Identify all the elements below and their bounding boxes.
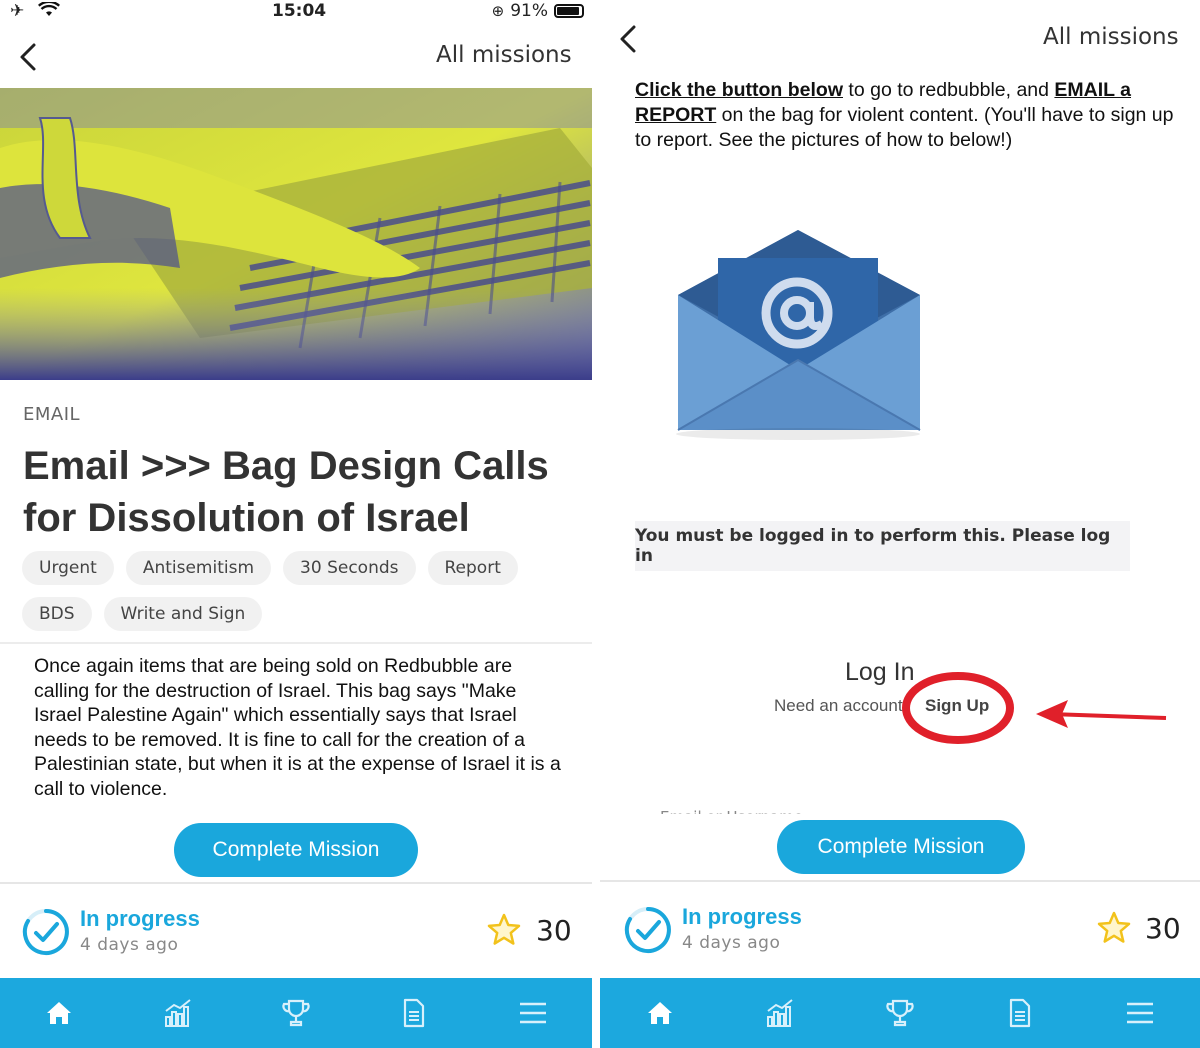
need-account-text: Need an account — [774, 696, 903, 715]
section-divider — [0, 642, 592, 644]
tab-bar — [0, 978, 592, 1048]
progress-status: In progress — [80, 906, 200, 931]
progress-time: 4 days ago — [682, 933, 781, 953]
back-button[interactable] — [14, 37, 44, 77]
tab-menu[interactable] — [503, 983, 563, 1043]
document-icon — [404, 998, 425, 1028]
mission-description: Once again items that are being sold on … — [34, 655, 561, 800]
tag-report[interactable]: Report — [427, 551, 518, 585]
right-screen: All missions Click the button below to g… — [600, 0, 1200, 1048]
left-screen: ✈ 15:04 ⊕ 91% All missions EMAIL Email >… — [0, 0, 592, 1048]
stats-icon — [767, 999, 793, 1027]
chevron-left-icon — [620, 25, 636, 53]
battery-icon — [554, 4, 584, 18]
annotation-overlay — [900, 668, 1180, 752]
all-missions-link[interactable]: All missions — [1043, 24, 1179, 50]
tag-urgent[interactable]: Urgent — [22, 551, 114, 585]
chevron-left-icon — [20, 43, 36, 71]
tab-stats[interactable] — [750, 983, 810, 1043]
mission-hero-image — [0, 88, 592, 380]
stats-icon — [164, 999, 191, 1027]
red-circle-annotation — [902, 672, 1014, 744]
tab-documents[interactable] — [384, 983, 444, 1043]
home-icon — [648, 1002, 672, 1024]
mission-instructions: Click the button below to go to redbubbl… — [635, 78, 1175, 153]
tag-bds[interactable]: BDS — [22, 597, 92, 631]
progress-footer: In progress 4 days ago 30 — [0, 882, 592, 978]
points-value: 30 — [1145, 912, 1181, 945]
instructions-text-1: to go to redbubble, and — [843, 79, 1055, 101]
home-icon — [47, 1002, 72, 1024]
status-icons-left: ✈ — [10, 0, 60, 21]
status-icons-right: ⊕ 91% — [492, 1, 584, 21]
progress-check-icon — [22, 908, 70, 956]
screenshot-gap — [592, 0, 600, 1048]
redbubble-link[interactable]: Click the button below — [635, 79, 843, 101]
status-time: 15:04 — [272, 1, 327, 21]
email-username-label: Email or Username — [660, 806, 820, 814]
complete-mission-button[interactable]: Complete Mission — [777, 820, 1025, 874]
tag-list: Urgent Antisemitism 30 Seconds Report BD… — [22, 551, 582, 631]
tab-trophy[interactable] — [870, 983, 930, 1043]
star-icon — [1097, 911, 1131, 943]
progress-footer: In progress 4 days ago 30 — [600, 880, 1200, 976]
tab-menu[interactable] — [1110, 983, 1170, 1043]
document-icon — [1009, 998, 1031, 1028]
email-envelope-illustration — [670, 220, 930, 450]
red-arrow-annotation — [1049, 712, 1167, 720]
menu-icon — [519, 1002, 546, 1024]
menu-icon — [1127, 1002, 1153, 1024]
tab-trophy[interactable] — [266, 983, 326, 1043]
airplane-icon: ✈ — [10, 1, 29, 21]
trophy-icon — [282, 999, 310, 1027]
orientation-lock-icon: ⊕ — [491, 2, 505, 20]
tab-home[interactable] — [630, 983, 690, 1043]
progress-status: In progress — [682, 904, 802, 929]
points-value: 30 — [536, 914, 572, 947]
mission-title: Email >>> Bag Design Calls for Dissoluti… — [23, 444, 549, 540]
tab-documents[interactable] — [990, 983, 1050, 1043]
tag-write-and-sign[interactable]: Write and Sign — [103, 597, 263, 631]
progress-check-icon — [624, 906, 672, 954]
tab-stats[interactable] — [148, 983, 208, 1043]
all-missions-link[interactable]: All missions — [436, 42, 572, 68]
trophy-icon — [886, 999, 914, 1027]
tab-home[interactable] — [29, 983, 89, 1043]
star-icon — [487, 913, 521, 945]
complete-mission-button[interactable]: Complete Mission — [174, 823, 418, 877]
wifi-icon — [37, 0, 60, 16]
login-required-banner: You must be logged in to perform this. P… — [635, 521, 1130, 571]
battery-percent: 91% — [510, 1, 548, 21]
tag-antisemitism[interactable]: Antisemitism — [125, 551, 272, 585]
mission-category: EMAIL — [23, 404, 81, 425]
tab-bar — [600, 978, 1200, 1048]
status-bar: ✈ 15:04 ⊕ 91% — [0, 0, 592, 26]
instructions-text-2: on the bag for violent content. (You'll … — [635, 104, 1174, 151]
tag-30-seconds[interactable]: 30 Seconds — [283, 551, 416, 585]
back-button[interactable] — [614, 19, 644, 59]
progress-time: 4 days ago — [80, 935, 179, 955]
